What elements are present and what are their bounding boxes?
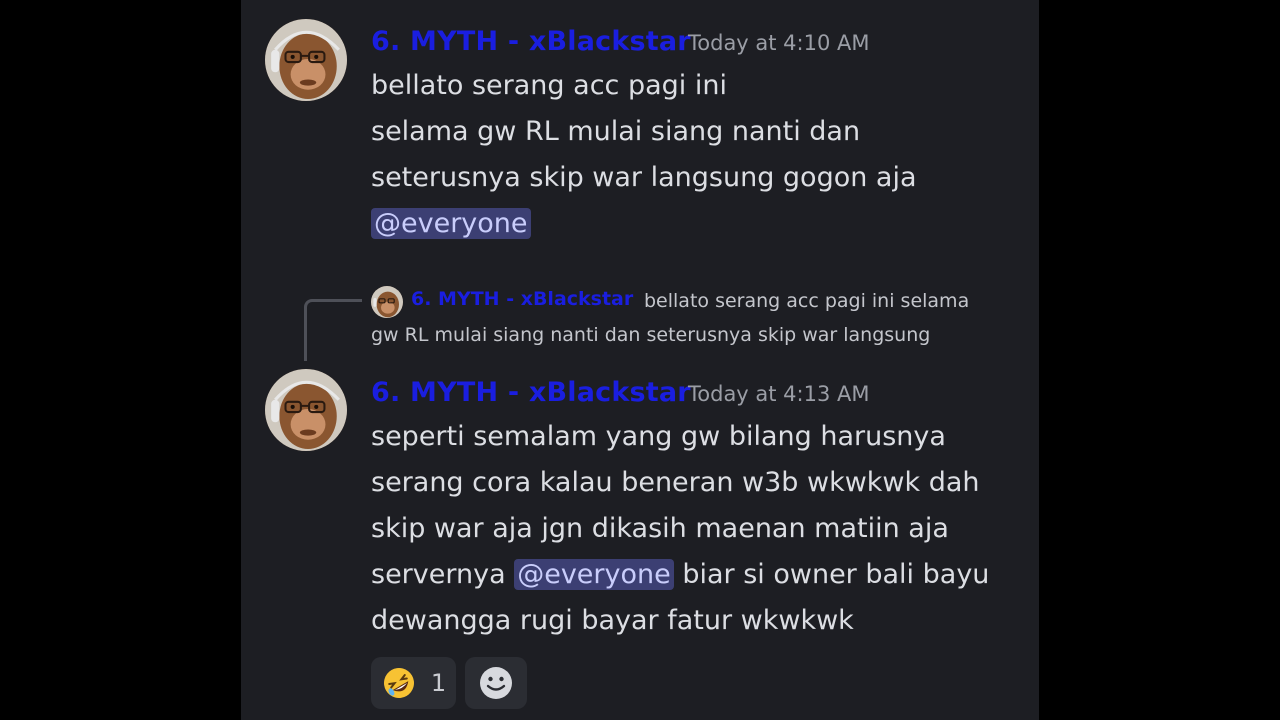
message-timestamp: Today at 4:13 AM bbox=[688, 382, 870, 406]
message-text-line: skip war aja jgn dikasih maenan matiin a… bbox=[371, 513, 949, 544]
reply-preview-text[interactable]: bellato serang acc pagi ini selama bbox=[644, 290, 969, 312]
message-text-line: bellato serang acc pagi ini bbox=[371, 70, 727, 101]
message-text-line: dewangga rugi bayar fatur wkwkwk bbox=[371, 605, 854, 636]
reaction-button[interactable]: 1 bbox=[371, 657, 456, 709]
message-text-line: servernya @everyone biar si owner bali b… bbox=[371, 552, 989, 598]
message-text-line: seterusnya skip war langsung gogon aja bbox=[371, 162, 917, 193]
reply-author[interactable]: 6. MYTH - xBlackstar bbox=[411, 288, 633, 310]
monkey-avatar-icon bbox=[265, 369, 347, 451]
message-text-line: selama gw RL mulai siang nanti dan bbox=[371, 116, 861, 147]
message-text-line: @everyone bbox=[371, 201, 531, 247]
reply-avatar[interactable] bbox=[371, 286, 403, 318]
chat-panel: 6. MYTH - xBlackstar Today at 4:10 AM be… bbox=[241, 0, 1039, 720]
reaction-count: 1 bbox=[430, 669, 447, 697]
rolling-on-floor-laughing-icon bbox=[383, 668, 414, 698]
message-text-line: serang cora kalau beneran w3b wkwkwk dah bbox=[371, 467, 980, 498]
message-timestamp: Today at 4:10 AM bbox=[688, 31, 870, 55]
user-avatar[interactable] bbox=[265, 369, 347, 451]
reply-preview-text[interactable]: gw RL mulai siang nanti dan seterusnya s… bbox=[371, 324, 930, 346]
message-text-line: seperti semalam yang gw bilang harusnya bbox=[371, 421, 946, 452]
add-reaction-icon bbox=[480, 667, 512, 699]
everyone-mention[interactable]: @everyone bbox=[371, 208, 531, 239]
message-text-segment: servernya bbox=[371, 559, 515, 590]
message-author[interactable]: 6. MYTH - xBlackstar bbox=[371, 26, 691, 57]
everyone-mention[interactable]: @everyone bbox=[514, 559, 674, 590]
monkey-avatar-icon bbox=[371, 286, 403, 318]
message-text-segment: biar si owner bali bayu bbox=[673, 559, 990, 590]
reply-connector bbox=[304, 299, 362, 361]
monkey-avatar-icon bbox=[265, 19, 347, 101]
add-reaction-button[interactable] bbox=[465, 657, 527, 709]
message-author[interactable]: 6. MYTH - xBlackstar bbox=[371, 377, 691, 408]
user-avatar[interactable] bbox=[265, 19, 347, 101]
